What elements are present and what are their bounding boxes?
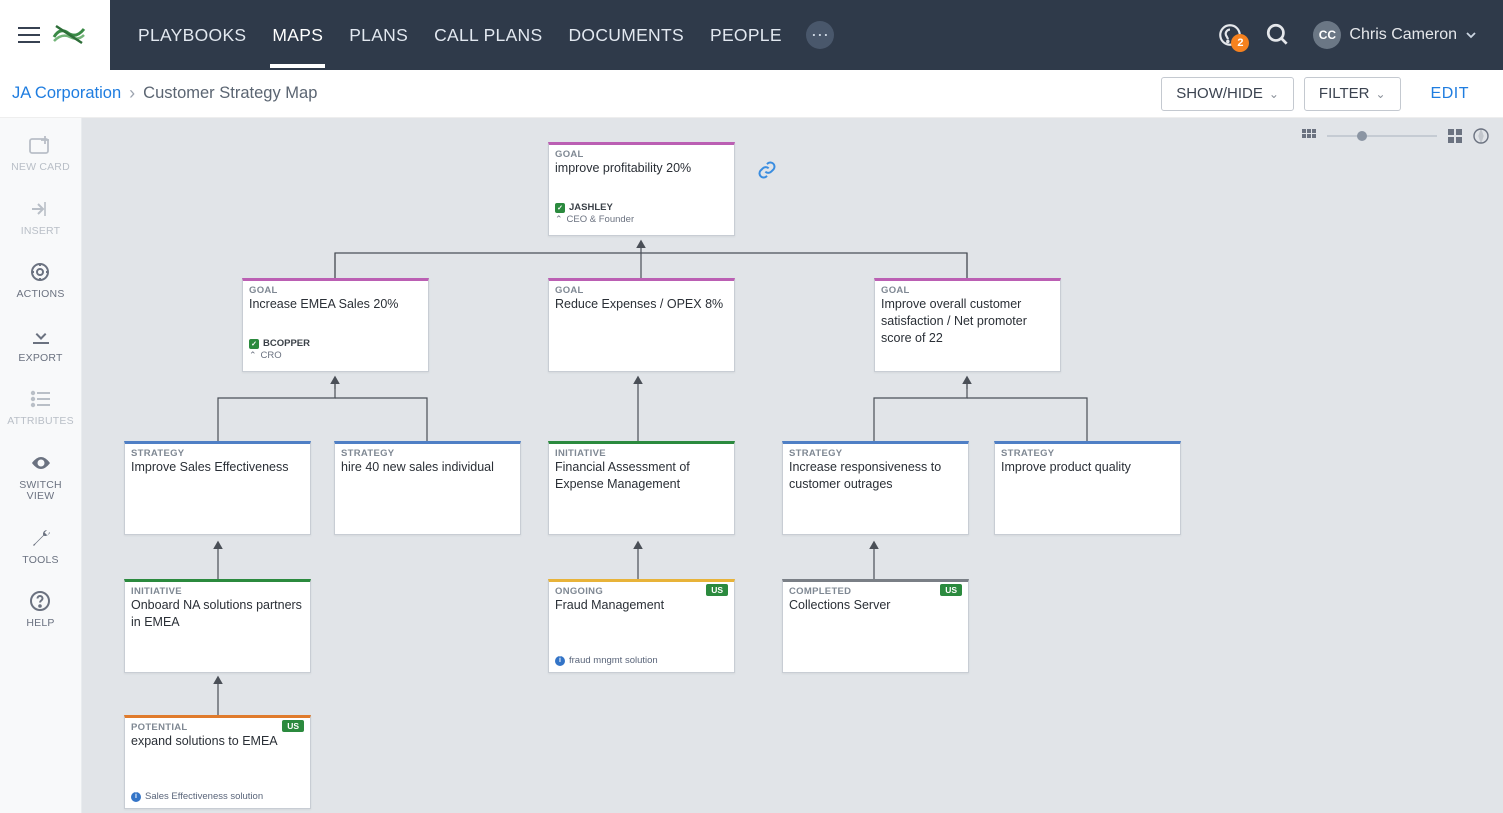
rail-tools[interactable]: TOOLS <box>22 525 58 567</box>
grid-small-icon[interactable] <box>1301 128 1317 144</box>
card-completed-collections[interactable]: COMPLETEDUS Collections Server <box>782 579 969 673</box>
card-initiative-financial-assessment[interactable]: INITIATIVE Financial Assessment of Expen… <box>548 441 735 535</box>
card-goal-csat[interactable]: GOAL Improve overall customer satisfacti… <box>874 278 1061 372</box>
avatar: CC <box>1313 21 1341 49</box>
nav-plans[interactable]: PLANS <box>347 3 410 68</box>
card-ongoing-fraud[interactable]: ONGOINGUS Fraud Management ifraud mngmt … <box>548 579 735 673</box>
rail-newcard[interactable]: NEW CARD <box>11 132 70 174</box>
nav-people[interactable]: PEOPLE <box>708 3 784 68</box>
rail-actions[interactable]: ACTIONS <box>16 259 64 301</box>
showhide-button[interactable]: SHOW/HIDE⌄ <box>1161 77 1294 111</box>
card-goal-opex[interactable]: GOAL Reduce Expenses / OPEX 8% <box>548 278 735 372</box>
user-name: Chris Cameron <box>1349 26 1457 44</box>
notifications-icon[interactable]: 2 <box>1217 22 1243 48</box>
card-strategy-responsiveness[interactable]: STRATEGY Increase responsiveness to cust… <box>782 441 969 535</box>
app-logo[interactable] <box>52 18 86 52</box>
canvas-toolbar <box>1301 128 1489 144</box>
nav-more-icon[interactable]: ⋯ <box>806 21 834 49</box>
edit-button[interactable]: EDIT <box>1431 85 1469 103</box>
filter-button[interactable]: FILTER⌄ <box>1304 77 1401 111</box>
rail-switchview[interactable]: SWITCHVIEW <box>19 450 62 503</box>
user-menu[interactable]: CC Chris Cameron <box>1313 21 1477 49</box>
card-goal-emea-sales[interactable]: GOAL Increase EMEA Sales 20% ✓BCOPPER ⌃C… <box>242 278 429 372</box>
rail-help[interactable]: HELP <box>26 588 54 630</box>
breadcrumb-current: Customer Strategy Map <box>143 84 317 103</box>
left-rail: NEW CARD INSERT ACTIONS EXPORT ATTRIBUTE… <box>0 118 82 813</box>
topbar: PLAYBOOKS MAPS PLANS CALL PLANS DOCUMENT… <box>0 0 1503 70</box>
compass-icon[interactable] <box>1473 128 1489 144</box>
hamburger-icon[interactable] <box>18 22 40 48</box>
topbar-left <box>0 0 110 70</box>
nav-callplans[interactable]: CALL PLANS <box>432 3 544 68</box>
main-nav: PLAYBOOKS MAPS PLANS CALL PLANS DOCUMENT… <box>110 0 1503 70</box>
card-strategy-product-quality[interactable]: STRATEGY Improve product quality <box>994 441 1181 535</box>
breadcrumb-sep: › <box>129 83 135 104</box>
rail-insert[interactable]: INSERT <box>21 196 61 238</box>
card-strategy-hire-sales[interactable]: STRATEGY hire 40 new sales individual <box>334 441 521 535</box>
rail-attributes[interactable]: ATTRIBUTES <box>7 386 74 428</box>
nav-maps[interactable]: MAPS <box>270 3 325 68</box>
search-icon[interactable] <box>1265 22 1291 48</box>
notification-badge: 2 <box>1231 34 1249 52</box>
nav-documents[interactable]: DOCUMENTS <box>566 3 685 68</box>
link-icon[interactable] <box>757 160 777 180</box>
card-strategy-sales-effectiveness[interactable]: STRATEGY Improve Sales Effectiveness <box>124 441 311 535</box>
card-goal-profitability[interactable]: GOAL improve profitability 20% ✓JASHLEY … <box>548 142 735 236</box>
rail-export[interactable]: EXPORT <box>18 323 62 365</box>
card-initiative-onboard-partners[interactable]: INITIATIVE Onboard NA solutions partners… <box>124 579 311 673</box>
grid-large-icon[interactable] <box>1447 128 1463 144</box>
chevron-down-icon <box>1465 29 1477 41</box>
nav-playbooks[interactable]: PLAYBOOKS <box>136 3 248 68</box>
subbar: JA Corporation › Customer Strategy Map S… <box>0 70 1503 118</box>
breadcrumb-root[interactable]: JA Corporation <box>12 84 121 103</box>
card-potential-expand-emea[interactable]: POTENTIALUS expand solutions to EMEA iSa… <box>124 715 311 809</box>
canvas[interactable]: GOAL improve profitability 20% ✓JASHLEY … <box>82 118 1503 813</box>
zoom-slider[interactable] <box>1327 135 1437 137</box>
workspace: NEW CARD INSERT ACTIONS EXPORT ATTRIBUTE… <box>0 118 1503 813</box>
